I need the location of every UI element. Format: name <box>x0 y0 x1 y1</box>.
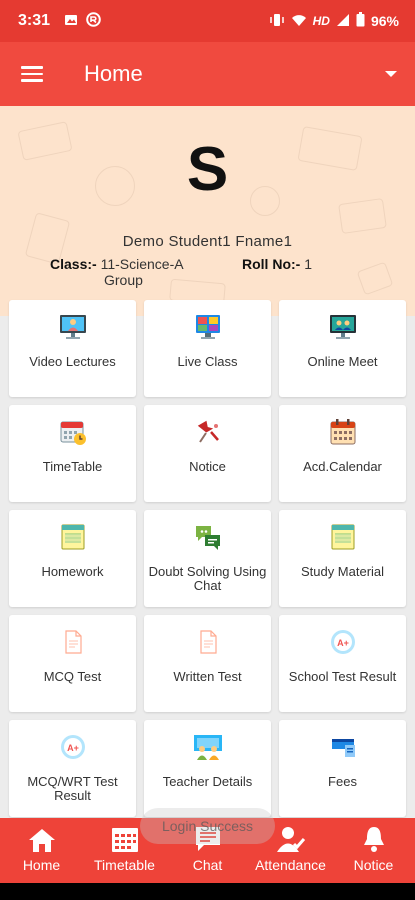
test-document-icon <box>58 627 88 657</box>
notebook-icon <box>58 522 88 552</box>
tile-label: Live Class <box>177 354 238 369</box>
tile-doubt-solving[interactable]: Doubt Solving Using Chat <box>144 510 271 607</box>
tile-written-test[interactable]: Written Test <box>144 615 271 712</box>
tile-label: TimeTable <box>42 459 103 474</box>
tile-label: Teacher Details <box>162 774 253 789</box>
class-group: Group <box>104 272 143 288</box>
tile-mcq-wrt-test-result[interactable]: A+ MCQ/WRT Test Result <box>9 720 136 817</box>
nav-notice[interactable]: Notice <box>332 818 415 883</box>
nav-home[interactable]: Home <box>0 818 83 883</box>
fees-icon <box>328 732 358 762</box>
tile-label: Acd.Calendar <box>303 459 382 474</box>
tile-school-test-result[interactable]: A+ School Test Result <box>279 615 406 712</box>
hamburger-menu-button[interactable] <box>0 42 64 106</box>
bell-icon <box>362 825 386 853</box>
calendar-grid-icon <box>111 825 139 853</box>
dropdown-arrow-icon[interactable] <box>385 71 397 77</box>
vibrate-icon <box>269 13 285 30</box>
tile-label: Online Meet <box>307 354 378 369</box>
notebook-icon <box>328 522 358 552</box>
tile-acd-calendar[interactable]: Acd.Calendar <box>279 405 406 502</box>
svg-text:A+: A+ <box>67 743 79 753</box>
tile-label: MCQ/WRT Test Result <box>27 774 118 803</box>
tile-label: Video Lectures <box>29 354 116 369</box>
tile-label: Notice <box>189 459 226 474</box>
status-time: 3:31 <box>18 12 51 29</box>
tile-label: Written Test <box>173 669 242 684</box>
nav-label: Home <box>22 857 61 873</box>
gallery-notification-icon <box>64 13 78 30</box>
tile-fees[interactable]: Fees <box>279 720 406 817</box>
status-bar: 3:31 HD 96% <box>0 0 415 42</box>
nav-label: Notice <box>353 857 394 873</box>
avatar-initial: S <box>186 135 229 204</box>
tile-label: Doubt Solving Using Chat <box>148 564 267 593</box>
attendance-icon <box>276 825 306 853</box>
tile-label: MCQ Test <box>43 669 102 684</box>
teachers-icon <box>193 732 223 762</box>
timetable-icon <box>58 417 88 447</box>
tile-live-class[interactable]: Live Class <box>144 300 271 397</box>
test-document-icon <box>193 627 223 657</box>
feature-grid: Video Lectures Live Class Online Meet Ti… <box>9 300 407 817</box>
roll-label: Roll No:- <box>242 256 301 272</box>
tile-video-lectures[interactable]: Video Lectures <box>9 300 136 397</box>
online-meet-icon <box>328 312 358 342</box>
menu-icon <box>21 66 43 82</box>
profile-header: S Demo Student1 Fname1 Class:- 11-Scienc… <box>0 106 415 316</box>
home-icon <box>28 825 56 853</box>
tile-study-material[interactable]: Study Material <box>279 510 406 607</box>
class-label: Class:- <box>50 256 97 272</box>
roll-info: Roll No:- 1 <box>242 256 312 272</box>
nav-label: Chat <box>192 857 223 873</box>
student-name: Demo Student1 Fname1 <box>122 233 293 250</box>
system-navigation-bar <box>0 883 415 900</box>
page-title: Home <box>84 61 143 86</box>
tile-homework[interactable]: Homework <box>9 510 136 607</box>
wifi-icon <box>291 13 307 30</box>
tile-timetable[interactable]: TimeTable <box>9 405 136 502</box>
tile-label: Study Material <box>300 564 385 579</box>
tile-label: Homework <box>41 564 104 579</box>
nav-label: Timetable <box>94 857 155 873</box>
svg-text:A+: A+ <box>337 638 349 648</box>
calendar-icon <box>328 417 358 447</box>
tile-online-meet[interactable]: Online Meet <box>279 300 406 397</box>
tile-mcq-test[interactable]: MCQ Test <box>9 615 136 712</box>
class-info: Class:- 11-Science-A Group <box>50 256 184 288</box>
result-badge-icon: A+ <box>328 627 358 657</box>
chat-bubbles-icon <box>193 522 223 552</box>
login-success-toast: Login Success <box>140 808 275 844</box>
class-value: 11-Science-A <box>100 256 184 272</box>
battery-icon <box>356 12 365 30</box>
live-class-icon <box>193 312 223 342</box>
pushpin-icon <box>193 417 223 447</box>
roll-value: 1 <box>304 256 313 272</box>
video-lecture-icon <box>58 312 88 342</box>
nav-label: Attendance <box>255 857 326 873</box>
tile-notice[interactable]: Notice <box>144 405 271 502</box>
tile-label: Fees <box>328 774 357 789</box>
battery-percent: 96% <box>370 13 399 29</box>
tile-teacher-details[interactable]: Teacher Details <box>144 720 271 817</box>
signal-icon <box>336 13 350 30</box>
tile-label: School Test Result <box>288 669 397 684</box>
app-notification-icon <box>86 12 101 30</box>
result-badge-icon: A+ <box>58 732 88 762</box>
app-bar: Home <box>0 42 415 106</box>
network-type-label: HD <box>312 14 330 28</box>
